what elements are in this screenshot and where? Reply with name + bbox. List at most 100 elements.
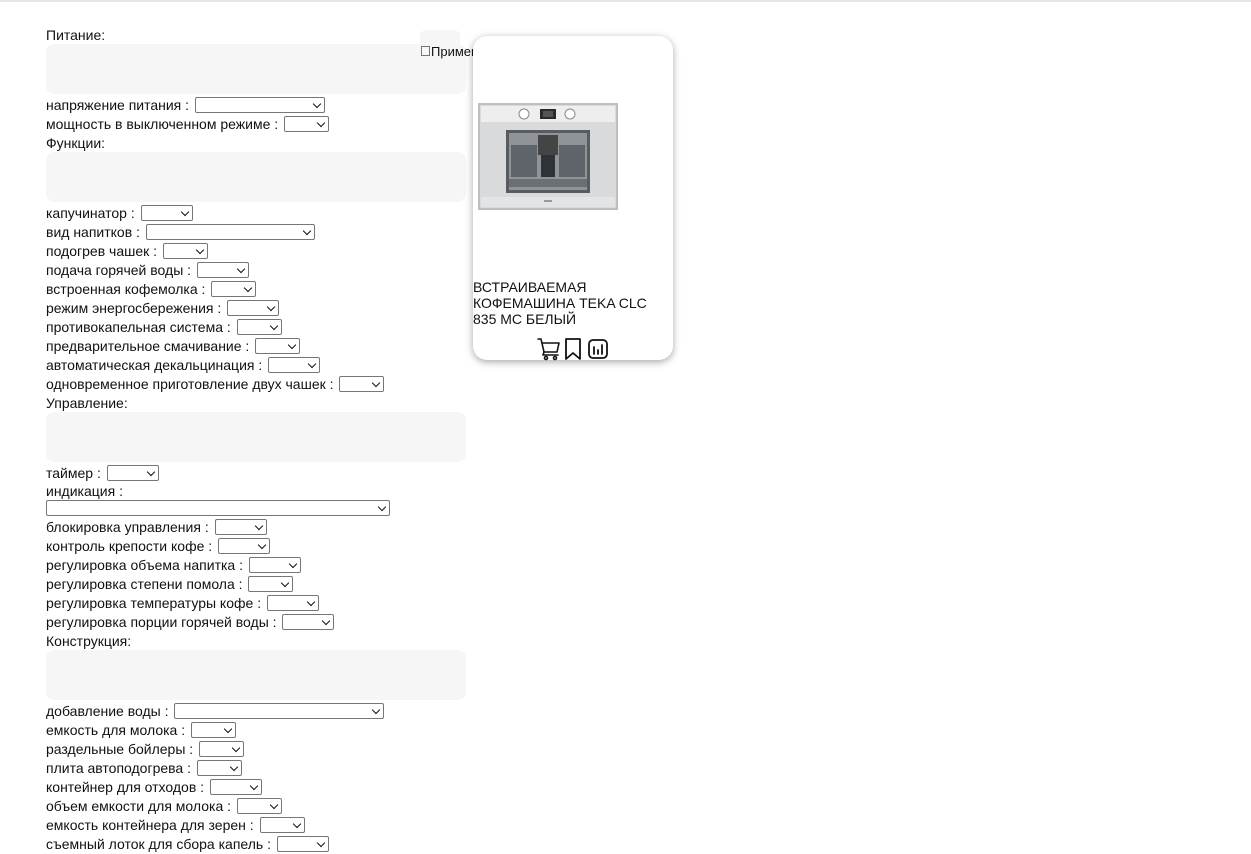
filter-row: регулировка объема напитка : [46,555,466,574]
waste-container-select[interactable] [209,779,262,796]
water-supply-select[interactable] [174,703,385,720]
filter-label: блокировка управления : [46,518,209,535]
product-title[interactable]: ВСТРАИВАЕМАЯ КОФЕМАШИНА TEKA CLC 835 MC … [473,279,663,327]
compare-chart-icon[interactable] [587,337,609,361]
filter-label: одновременное приготовление двух чашек : [46,375,334,392]
filter-row: предварительное смачивание : [46,336,466,355]
group-box-power [46,44,466,94]
filter-row: индикация : [46,482,466,516]
filter-label: вид напитков : [46,223,140,240]
filter-row: емкость контейнера для зерен : [46,815,466,834]
filter-label: регулировка степени помола : [46,575,243,592]
filter-row: капучинатор : [46,203,466,222]
pre-infusion-select[interactable] [255,338,301,355]
filter-label: режим энергосбережения : [46,299,222,316]
filter-label: капучинатор : [46,204,135,221]
hot-water-portion-select[interactable] [282,614,335,631]
filter-row: таймер : [46,463,466,482]
milk-capacity-select[interactable] [236,798,282,815]
product-card[interactable]: ВСТРАИВАЕМАЯ КОФЕМАШИНА TEKA CLC 835 MC … [473,36,673,361]
filter-row: регулировка степени помола : [46,574,466,593]
cart-icon[interactable] [537,337,560,361]
filter-row: одновременное приготовление двух чашек : [46,374,466,393]
checkbox-icon[interactable] [421,46,430,56]
hot-water-select[interactable] [196,262,249,279]
filter-label: регулировка температуры кофе : [46,594,262,611]
filter-label: автоматическая декальцинация : [46,356,263,373]
warming-plate-select[interactable] [196,760,242,777]
filter-row: контейнер для отходов : [46,777,466,796]
bean-capacity-select[interactable] [259,817,305,834]
filter-row: контроль крепости кофе : [46,536,466,555]
auto-descaling-select[interactable] [268,357,321,374]
filter-row: регулировка порции горячей воды : [46,612,466,631]
coffee-temperature-select[interactable] [266,595,319,612]
cup-warming-select[interactable] [162,243,208,260]
filter-label: емкость контейнера для зерен : [46,816,254,833]
filter-label: противокапельная система : [46,318,231,335]
filter-row: плита автоподогрева : [46,758,466,777]
filter-row: емкость для молока : [46,720,466,739]
drip-tray-select[interactable] [276,836,329,853]
filter-row: мощность в выключенном режиме : [46,114,466,133]
timer-select[interactable] [106,465,159,482]
filter-row: противокапельная система : [46,317,466,336]
energy-saving-select[interactable] [227,300,280,317]
cappuccinator-select[interactable] [140,205,193,222]
separate-boilers-select[interactable] [199,741,245,758]
filter-label: подогрев чашек : [46,242,158,259]
group-title-power: Питание: [46,27,106,43]
top-divider [0,0,1251,2]
filter-label: регулировка порции горячей воды : [46,613,277,630]
filter-label: таймер : [46,464,101,481]
drink-volume-select[interactable] [248,557,301,574]
filter-label: предварительное смачивание : [46,337,250,354]
group-box-control [46,412,466,462]
filter-row: объем емкости для молока : [46,796,466,815]
grind-level-select[interactable] [248,576,294,593]
filter-label: встроенная кофемолка : [46,280,206,297]
filter-label: контейнер для отходов : [46,778,205,795]
filter-row: добавление воды : [46,701,466,720]
filter-label: съемный лоток для сбора капель : [46,835,271,852]
filter-row: напряжение питания : [46,95,466,114]
group-box-construction [46,650,466,700]
filter-row: подогрев чашек : [46,241,466,260]
built-in-grinder-select[interactable] [211,281,257,298]
filter-row: регулировка температуры кофе : [46,593,466,612]
filter-row: вид напитков : [46,222,466,241]
supply-voltage-select[interactable] [194,97,325,114]
drip-stop-select[interactable] [236,319,282,336]
filter-label: регулировка объема напитка : [46,556,243,573]
filter-panel: Питание: напряжение питания : мощность в… [46,25,466,853]
filter-label: емкость для молока : [46,721,186,738]
indication-select[interactable] [46,500,390,516]
group-title-construction: Конструкция: [46,633,132,649]
filter-label: добавление воды : [46,702,169,719]
coffee-machine-image[interactable] [478,103,618,210]
filter-label: индикация : [46,483,123,499]
coffee-strength-select[interactable] [218,538,271,555]
filter-row: режим энергосбережения : [46,298,466,317]
product-actions [537,337,609,361]
group-title-functions: Функции: [46,135,106,151]
filter-row: встроенная кофемолка : [46,279,466,298]
group-box-functions [46,152,466,202]
two-cups-select[interactable] [339,376,385,393]
filter-label: плита автоподогрева : [46,759,191,776]
filter-label: мощность в выключенном режиме : [46,115,279,132]
filter-row: подача горячей воды : [46,260,466,279]
drink-types-select[interactable] [145,224,315,241]
filter-row: раздельные бойлеры : [46,739,466,758]
milk-container-select[interactable] [191,722,236,739]
group-title-control: Управление: [46,395,128,411]
filter-row: съемный лоток для сбора капель : [46,834,466,853]
filter-label: контроль крепости кофе : [46,537,213,554]
filter-row: блокировка управления : [46,517,466,536]
filter-label: объем емкости для молока : [46,797,232,814]
control-lock-select[interactable] [214,519,267,536]
bookmark-icon[interactable] [562,337,584,361]
standby-power-select[interactable] [284,116,330,133]
filter-row: автоматическая декальцинация : [46,355,466,374]
filter-label: подача горячей воды : [46,261,192,278]
